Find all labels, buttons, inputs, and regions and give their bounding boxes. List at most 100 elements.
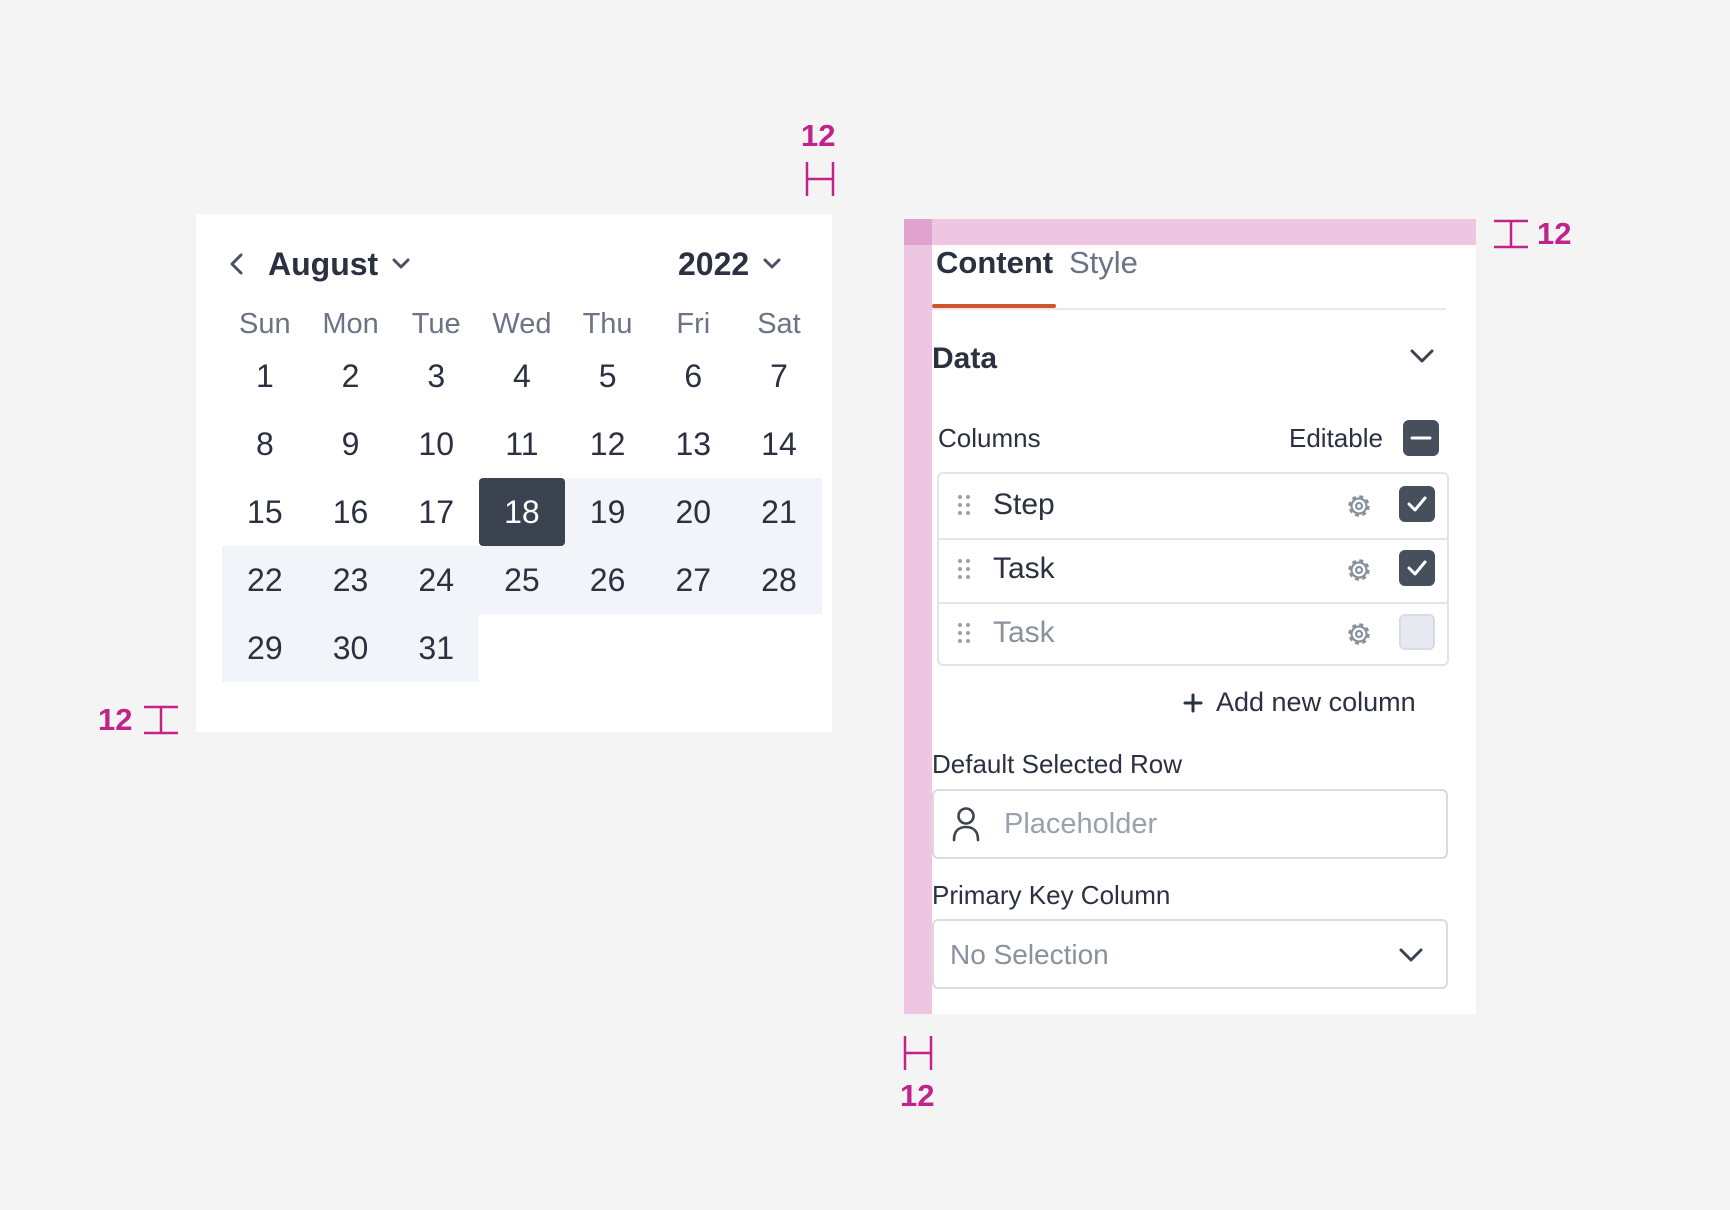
day-cell[interactable]: 8: [222, 410, 308, 478]
primary-key-column-value: No Selection: [950, 939, 1109, 970]
selected-day-cell[interactable]: 18: [479, 478, 565, 546]
day-cell-in-range[interactable]: 31: [393, 614, 480, 682]
day-cell[interactable]: 9: [308, 410, 394, 478]
date-picker: August 2022 Sun Mon Tue Wed Thu Fri Sat …: [196, 214, 832, 732]
week-row: 1 2 3 4 5 6 7: [222, 342, 822, 410]
plus-icon: [1183, 693, 1203, 712]
day-cell-in-range[interactable]: 19: [564, 478, 651, 546]
day-cell-in-range[interactable]: 20: [650, 478, 737, 546]
check-icon: [1407, 560, 1427, 576]
default-selected-row-field[interactable]: Placeholder: [932, 789, 1448, 859]
year-label[interactable]: 2022: [678, 246, 749, 283]
day-cell[interactable]: 11: [479, 410, 565, 478]
chevron-down-icon[interactable]: [761, 256, 783, 272]
day-cell-in-range[interactable]: 21: [736, 478, 822, 546]
column-row[interactable]: Task: [939, 538, 1447, 604]
chevron-down-icon[interactable]: [390, 256, 412, 272]
weekday-label: Thu: [582, 308, 633, 340]
year-selector[interactable]: 2022: [678, 244, 783, 284]
section-title-data: Data: [932, 342, 998, 375]
properties-panel: Content Style Data Columns Editable Step: [904, 219, 1476, 1014]
month-selector[interactable]: August: [226, 244, 412, 284]
day-cell[interactable]: 6: [650, 342, 736, 410]
column-label: Task: [993, 616, 1055, 649]
default-selected-row-placeholder: Placeholder: [1004, 808, 1158, 840]
spacing-marker-calendar-bottom: [144, 705, 178, 735]
tabs-divider: [932, 308, 1446, 310]
day-cell-in-range[interactable]: 26: [564, 546, 651, 614]
day-cell[interactable]: 16: [308, 478, 394, 546]
drag-handle-icon[interactable]: [957, 558, 971, 580]
month-label[interactable]: August: [268, 246, 378, 283]
panel-corner-overlay: [904, 219, 932, 245]
day-cell[interactable]: 2: [308, 342, 394, 410]
primary-key-column-select[interactable]: No Selection: [932, 919, 1448, 989]
day-cell[interactable]: 15: [222, 478, 308, 546]
spacing-label-panel-left: 12: [900, 1078, 935, 1113]
column-editable-checkbox[interactable]: [1399, 550, 1435, 586]
chevron-down-icon[interactable]: [1396, 945, 1426, 965]
weekday-header: Sun Mon Tue Wed Thu Fri Sat: [222, 308, 822, 341]
week-row: 8 9 10 11 12 13 14: [222, 410, 822, 478]
column-row[interactable]: Step: [939, 474, 1447, 540]
day-cell[interactable]: 7: [736, 342, 822, 410]
day-cell-in-range[interactable]: 29: [222, 614, 308, 682]
add-new-column-label[interactable]: Add new column: [1216, 687, 1416, 718]
column-row[interactable]: Task: [939, 602, 1447, 664]
day-cell-in-range[interactable]: 24: [393, 546, 480, 614]
drag-handle-icon[interactable]: [957, 622, 971, 644]
column-label: Step: [993, 488, 1055, 521]
panel-left-padding-overlay: [904, 245, 932, 1014]
drag-handle-icon[interactable]: [957, 494, 971, 516]
day-cell-in-range[interactable]: 30: [307, 614, 394, 682]
empty-day-cell: [564, 614, 651, 682]
columns-list: Step Task Task: [937, 472, 1449, 666]
column-editable-checkbox[interactable]: [1399, 614, 1435, 650]
empty-day-cell: [650, 614, 737, 682]
editable-label: Editable: [1289, 423, 1383, 453]
week-row: 15 16 17 18 19 20 21: [222, 478, 822, 546]
weekday-label: Sat: [757, 308, 801, 340]
gear-icon[interactable]: [1343, 554, 1375, 586]
panel-content: Content Style Data Columns Editable Step: [932, 219, 1476, 1014]
add-new-column-button[interactable]: Add new column: [1182, 687, 1416, 718]
weekday-label: Mon: [322, 308, 379, 340]
day-cell[interactable]: 3: [393, 342, 479, 410]
day-cell[interactable]: 13: [650, 410, 736, 478]
day-cell[interactable]: 17: [393, 478, 479, 546]
editable-all-checkbox[interactable]: [1403, 420, 1439, 456]
check-icon: [1407, 496, 1427, 512]
chevron-left-icon[interactable]: [226, 251, 248, 277]
day-cell[interactable]: 1: [222, 342, 308, 410]
gear-icon[interactable]: [1343, 618, 1375, 650]
spacing-marker-calendar-top: [805, 162, 835, 196]
tab-content[interactable]: Content: [936, 245, 1053, 281]
column-label: Task: [993, 552, 1055, 585]
weekday-label: Wed: [492, 308, 552, 340]
gear-icon[interactable]: [1343, 490, 1375, 522]
user-icon: [952, 807, 980, 842]
chevron-down-icon[interactable]: [1407, 345, 1437, 367]
day-cell-in-range[interactable]: 25: [479, 546, 565, 614]
day-cell[interactable]: 14: [736, 410, 822, 478]
column-editable-checkbox[interactable]: [1399, 486, 1435, 522]
default-selected-row-label: Default Selected Row: [932, 749, 1183, 779]
day-cell[interactable]: 10: [393, 410, 479, 478]
day-cell-in-range[interactable]: 22: [222, 546, 308, 614]
day-cell-in-range[interactable]: 27: [650, 546, 737, 614]
day-grid: 1 2 3 4 5 6 7 8 9 10 11 12 13 14 15 16 1…: [222, 342, 822, 682]
day-cell[interactable]: 12: [565, 410, 651, 478]
week-row: 22 23 24 25 26 27 28: [222, 546, 822, 614]
week-row: 29 30 31: [222, 614, 822, 682]
weekday-label: Fri: [676, 308, 711, 340]
minus-icon: [1410, 436, 1432, 440]
spacing-label-calendar-bottom: 12: [98, 702, 133, 737]
day-cell-in-range[interactable]: 28: [736, 546, 822, 614]
day-cell[interactable]: 5: [565, 342, 651, 410]
columns-label: Columns: [938, 423, 1041, 453]
day-cell[interactable]: 4: [479, 342, 565, 410]
spacing-label-panel-top: 12: [1537, 216, 1572, 251]
empty-day-cell: [736, 614, 822, 682]
day-cell-in-range[interactable]: 23: [307, 546, 394, 614]
tab-style[interactable]: Style: [1069, 245, 1138, 281]
